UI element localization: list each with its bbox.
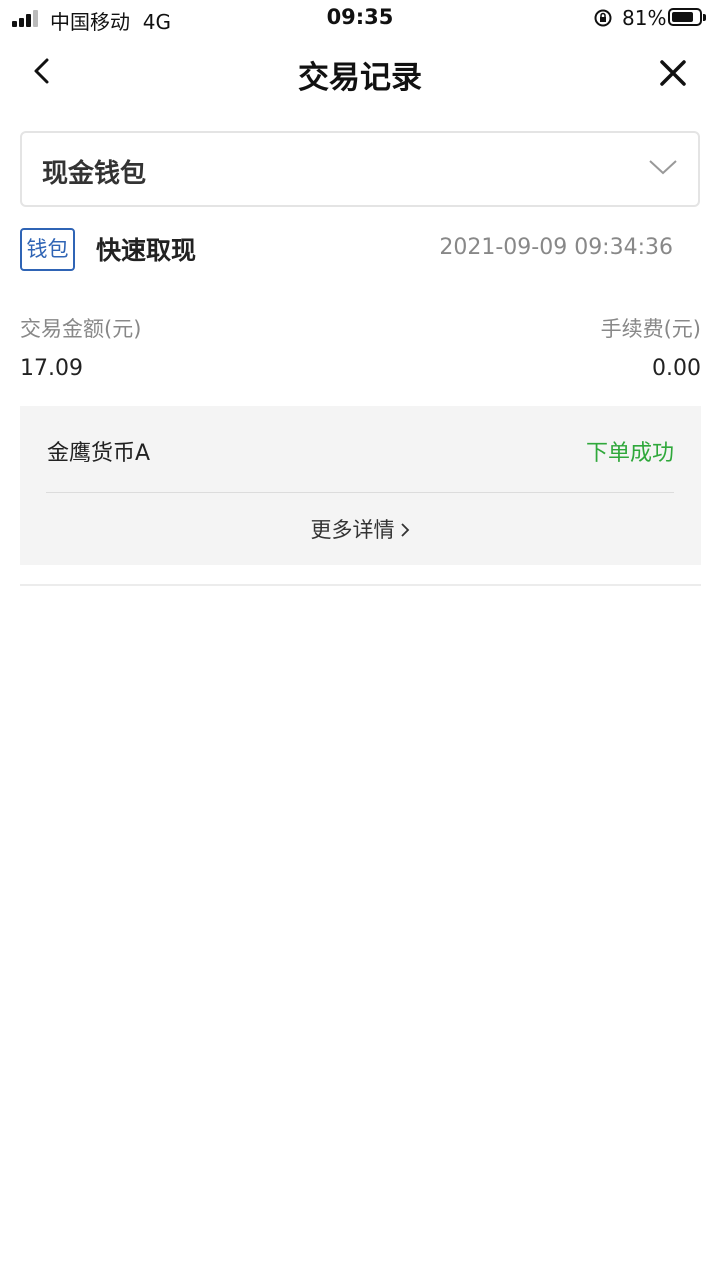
wallet-selector[interactable]: 现金钱包	[20, 131, 700, 207]
transaction-datetime: 2021-09-09 09:34:36	[439, 235, 673, 260]
wallet-selected-label: 现金钱包	[42, 159, 147, 189]
transaction-type: 快速取现	[96, 236, 197, 265]
chevron-down-icon	[649, 160, 677, 175]
chevron-right-icon	[400, 523, 409, 537]
fund-name: 金鹰货币A	[47, 441, 151, 466]
amount-label: 交易金额(元)	[20, 317, 142, 341]
fee-label: 手续费(元)	[600, 317, 701, 341]
amount-value: 17.09	[20, 356, 83, 381]
divider	[20, 584, 701, 586]
battery-icon	[668, 8, 702, 26]
page-title: 交易记录	[298, 60, 422, 96]
more-details-link[interactable]: 更多详情	[20, 514, 701, 544]
battery-percent: 81%	[622, 6, 667, 30]
order-status: 下单成功	[585, 441, 674, 466]
fee-value: 0.00	[652, 356, 701, 381]
battery-tip	[703, 14, 706, 21]
battery-level	[672, 12, 693, 22]
more-details-label: 更多详情	[310, 518, 395, 542]
status-bar: 中国移动 4G 09:35 81%	[0, 0, 720, 38]
rotation-lock-icon	[594, 9, 612, 27]
close-icon[interactable]	[652, 52, 696, 96]
nav-bar: 交易记录	[0, 40, 720, 106]
divider	[46, 492, 674, 493]
order-detail-card: 金鹰货币A 下单成功 更多详情	[20, 406, 701, 565]
wallet-tag: 钱包	[20, 228, 75, 271]
